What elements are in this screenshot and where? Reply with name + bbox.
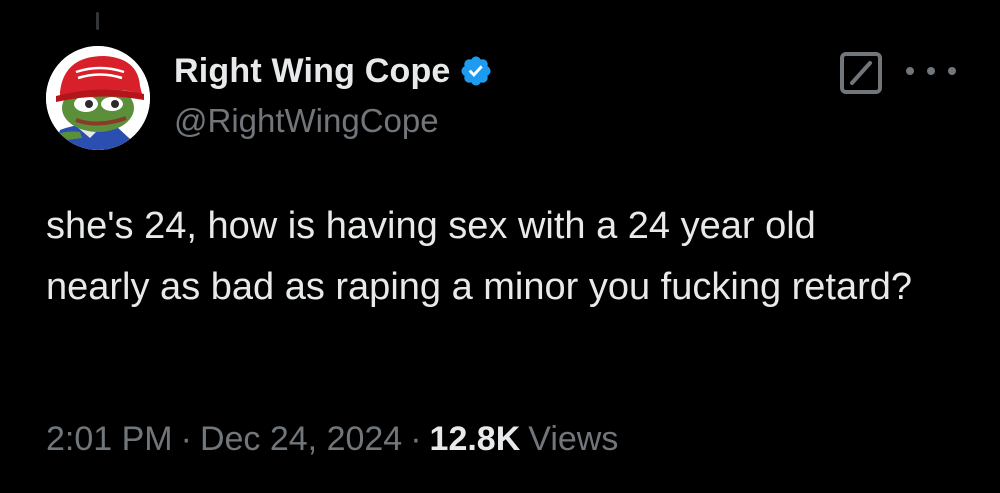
more-dot-icon [948,67,956,75]
tweet-text: she's 24, how is having sex with a 24 ye… [46,205,913,308]
meta-separator: · [180,420,192,458]
more-dot-icon [927,67,935,75]
pepe-frog-maga-hat-avatar-icon [46,46,150,150]
more-dot-icon [906,67,914,75]
thread-connector-line [96,12,99,30]
meta-separator: · [410,420,422,458]
tweet-date[interactable]: Dec 24, 2024 [200,420,402,458]
views-count[interactable]: 12.8K [430,420,521,458]
avatar[interactable] [46,46,150,150]
user-handle[interactable]: @RightWingCope [174,102,493,140]
more-options-button[interactable] [906,54,956,88]
tweet-time[interactable]: 2:01 PM [46,420,173,458]
grok-icon [840,52,882,94]
tweet-metadata: 2:01 PM · Dec 24, 2024 · 12.8K Views [46,420,618,459]
views-label: Views [528,420,619,458]
name-row: Right Wing Cope [174,50,493,92]
author-block[interactable]: Right Wing Cope @RightWingCope [174,50,493,140]
grok-button[interactable] [840,52,882,94]
display-name[interactable]: Right Wing Cope [174,52,451,91]
verified-badge-icon [459,54,493,88]
tweet-card: Right Wing Cope @RightWingCope she's 24,… [0,0,1000,493]
